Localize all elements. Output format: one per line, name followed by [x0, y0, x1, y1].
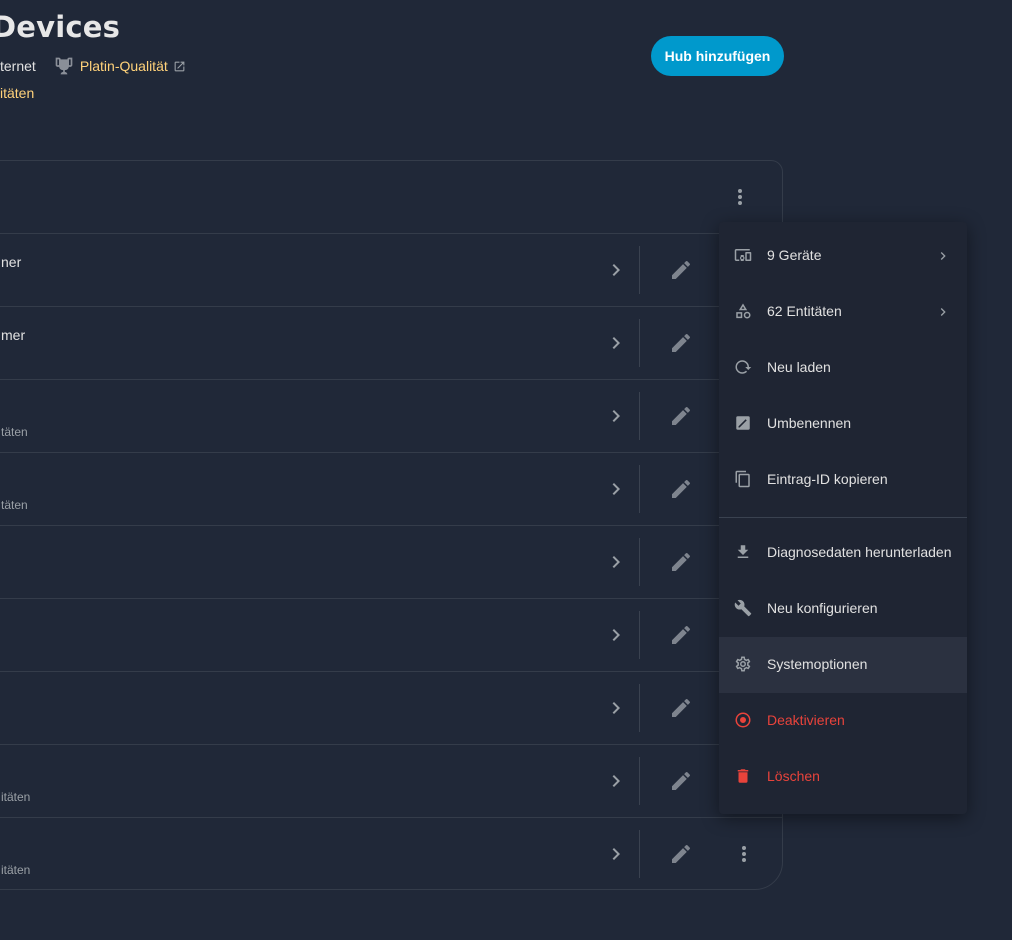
devices-icon — [734, 246, 752, 264]
menu-label-reload: Neu laden — [767, 359, 831, 375]
menu-label-disable: Deaktivieren — [767, 712, 845, 728]
pencil-icon[interactable] — [669, 477, 693, 501]
menu-item-reconfigure[interactable]: Neu konfigurieren — [719, 581, 967, 637]
device-row[interactable]: mer — [0, 306, 782, 379]
entry-overflow-menu-icon[interactable] — [728, 185, 752, 209]
trash-icon — [734, 767, 752, 785]
row-divider — [639, 538, 640, 586]
page-title: Devices — [0, 10, 121, 44]
pencil-icon[interactable] — [669, 842, 693, 866]
row-divider — [639, 465, 640, 513]
pencil-icon[interactable] — [669, 623, 693, 647]
chevron-right-icon — [935, 304, 951, 320]
device-row[interactable] — [0, 598, 782, 671]
device-entities-count: täten — [1, 498, 28, 512]
menu-divider — [719, 517, 967, 518]
device-row[interactable] — [0, 671, 782, 744]
pencil-icon[interactable] — [669, 769, 693, 793]
pencil-icon[interactable] — [669, 550, 693, 574]
pencil-icon[interactable] — [669, 258, 693, 282]
device-row[interactable] — [0, 525, 782, 598]
menu-item-delete[interactable]: Löschen — [719, 749, 967, 805]
menu-item-disable[interactable]: Deaktivieren — [719, 693, 967, 749]
download-icon — [734, 543, 752, 561]
chevron-right-icon[interactable] — [604, 331, 628, 355]
pencil-icon[interactable] — [669, 331, 693, 355]
menu-item-entities[interactable]: 62 Entitäten — [719, 284, 967, 340]
config-entry-card: ner mer täten täten itäten itäten — [0, 160, 783, 890]
integration-meta: ternet Platin-Qualität — [0, 56, 186, 76]
device-entities-count: itäten — [1, 790, 31, 804]
device-name: mer — [1, 327, 26, 343]
menu-item-rename[interactable]: Umbenennen — [719, 396, 967, 452]
wrench-icon — [734, 599, 752, 617]
chevron-right-icon[interactable] — [604, 550, 628, 574]
row-divider — [639, 319, 640, 367]
connection-type: ternet — [0, 58, 36, 74]
reload-icon — [734, 358, 752, 376]
menu-item-reload[interactable]: Neu laden — [719, 340, 967, 396]
device-list: ner mer täten täten itäten itäten — [0, 233, 782, 890]
menu-item-diagnostics[interactable]: Diagnosedaten herunterladen — [719, 525, 967, 581]
menu-item-system-options[interactable]: Systemoptionen — [719, 637, 967, 693]
chevron-right-icon[interactable] — [604, 623, 628, 647]
device-row[interactable]: itäten — [0, 744, 782, 817]
stop-circle-icon — [734, 711, 752, 729]
overflow-menu: 9 Geräte 62 Entitäten Neu laden Umbenenn… — [719, 222, 967, 814]
entities-link[interactable]: itäten — [0, 85, 34, 101]
copy-icon — [734, 470, 752, 488]
open-in-new-icon — [173, 60, 186, 73]
device-row[interactable]: täten — [0, 452, 782, 525]
menu-label-devices: 9 Geräte — [767, 247, 822, 263]
device-row[interactable]: täten — [0, 379, 782, 452]
menu-label-entities: 62 Entitäten — [767, 303, 842, 319]
chevron-right-icon[interactable] — [604, 842, 628, 866]
row-divider — [639, 246, 640, 294]
trophy-icon — [54, 56, 74, 76]
menu-label-copy-id: Eintrag-ID kopieren — [767, 471, 888, 487]
device-name: ner — [1, 254, 22, 270]
row-divider — [639, 392, 640, 440]
pencil-icon[interactable] — [669, 404, 693, 428]
row-overflow-menu-icon[interactable] — [732, 842, 756, 866]
menu-label-diagnostics: Diagnosedaten herunterladen — [767, 544, 952, 560]
quality-scale-label: Platin-Qualität — [79, 58, 168, 74]
add-hub-button[interactable]: Hub hinzufügen — [651, 36, 784, 76]
device-row[interactable]: ner — [0, 233, 782, 306]
row-divider — [639, 611, 640, 659]
device-entities-count: täten — [1, 425, 28, 439]
device-row[interactable]: itäten — [0, 817, 782, 890]
row-divider — [639, 830, 640, 878]
chevron-right-icon — [935, 248, 951, 264]
row-divider — [639, 757, 640, 805]
device-entities-count: itäten — [1, 863, 31, 877]
gear-icon — [734, 655, 752, 673]
quality-scale-link[interactable]: Platin-Qualität — [80, 58, 186, 74]
chevron-right-icon[interactable] — [604, 258, 628, 282]
chevron-right-icon[interactable] — [604, 769, 628, 793]
menu-item-copy-id[interactable]: Eintrag-ID kopieren — [719, 452, 967, 508]
row-divider — [639, 684, 640, 732]
pencil-icon[interactable] — [669, 696, 693, 720]
menu-item-devices[interactable]: 9 Geräte — [719, 228, 967, 284]
menu-label-delete: Löschen — [767, 768, 820, 784]
menu-label-rename: Umbenennen — [767, 415, 852, 431]
menu-label-system-options: Systemoptionen — [767, 656, 868, 672]
rename-icon — [734, 414, 752, 432]
chevron-right-icon[interactable] — [604, 696, 628, 720]
chevron-right-icon[interactable] — [604, 477, 628, 501]
menu-label-reconfigure: Neu konfigurieren — [767, 600, 878, 616]
shapes-icon — [734, 302, 752, 320]
chevron-right-icon[interactable] — [604, 404, 628, 428]
